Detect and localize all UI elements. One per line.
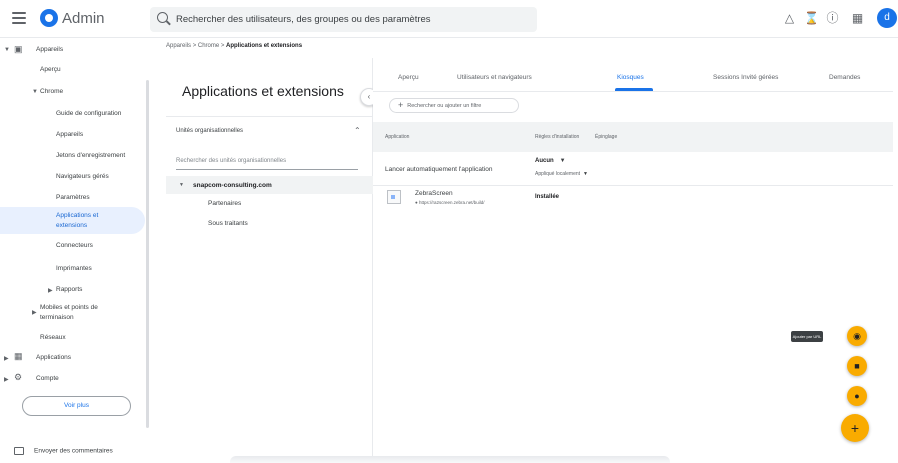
dropdown-arrow-icon: ▼ [559, 158, 566, 164]
launch-rule-scope-label: Appliqué localement [535, 171, 581, 177]
avatar[interactable]: d [877, 8, 897, 28]
add-custom-app-button[interactable]: ● [847, 386, 867, 406]
filter-chip-label: Rechercher ou ajouter un filtre [407, 103, 482, 109]
sidebar-item-apercu[interactable]: Aperçu [40, 66, 61, 73]
sidebar-item-compte[interactable]: Compte [36, 375, 59, 382]
chevron-up-icon[interactable]: ⌃ [354, 126, 361, 135]
sidebar-item-mobiles-line2[interactable]: terminaison [40, 314, 74, 321]
column-header-application[interactable]: Application [385, 134, 409, 140]
org-unit-partenaires[interactable]: Partenaires [208, 200, 241, 207]
help-icon[interactable]: ⓘ [826, 12, 839, 25]
tab-kiosques[interactable]: Kiosques [617, 74, 644, 81]
tab-utilisateurs-navigateurs[interactable]: Utilisateurs et navigateurs [457, 74, 532, 81]
apps-grid-icon[interactable]: ▦ [851, 12, 864, 25]
tab-bar: Aperçu Utilisateurs et navigateurs Kiosq… [373, 58, 893, 92]
breadcrumb-current: Applications et extensions [226, 43, 303, 49]
app-image-icon [387, 190, 401, 204]
org-unit-panel: Applications et extensions Unités organi… [166, 58, 373, 463]
globe-icon: ◉ [853, 331, 861, 341]
sidebar-item-chrome[interactable]: Chrome [40, 88, 63, 95]
feedback-label: Envoyer des commentaires [34, 447, 113, 455]
custom-app-icon: ● [854, 391, 860, 401]
column-header-regles[interactable]: Règles d'installation [535, 134, 579, 140]
sidebar-item-appareils-chrome[interactable]: Appareils [56, 131, 83, 138]
breadcrumb-chrome[interactable]: Chrome [198, 43, 219, 49]
launch-rule-value: Aucun [535, 158, 554, 164]
bell-icon[interactable]: △ [783, 12, 796, 25]
org-units-header: Unités organisationnelles [176, 128, 244, 134]
row-divider [373, 185, 893, 186]
app-url: ● https://ra2screen.zebra.net/build/ [415, 200, 485, 205]
app-url-text: https://ra2screen.zebra.net/build/ [418, 200, 485, 205]
sidebar-item-guide[interactable]: Guide de configuration [56, 110, 121, 117]
sidebar-item-mobiles[interactable]: Mobiles et points de [40, 304, 98, 311]
row-app-launch: Lancer automatiquement l'application [385, 166, 493, 173]
chevron-down-icon[interactable]: ▼ [32, 89, 38, 95]
sidebar: ▼ ▣ Appareils Aperçu ▼ Chrome Guide de c… [0, 38, 150, 463]
sidebar-item-applications-extensions-line2[interactable]: extensions [56, 222, 87, 229]
divider [166, 116, 373, 117]
add-by-url-button[interactable]: ◉ [847, 326, 867, 346]
chevron-right-icon[interactable]: ▶ [48, 287, 53, 294]
admin-logo[interactable] [40, 9, 58, 27]
sidebar-scrollbar[interactable] [146, 80, 149, 428]
apps-grid-icon: ▦ [14, 351, 23, 361]
chevron-down-icon[interactable]: ▼ [4, 47, 10, 53]
chevron-right-icon[interactable]: ▶ [4, 376, 9, 383]
active-tab-indicator [615, 88, 653, 91]
search-bar[interactable]: Rechercher des utilisateurs, des groupes… [150, 7, 537, 32]
sidebar-item-connecteurs[interactable]: Connecteurs [56, 242, 93, 249]
add-from-store-button[interactable]: ■ [847, 356, 867, 376]
sidebar-item-parametres[interactable]: Paramètres [56, 194, 90, 201]
devices-icon: ▣ [14, 44, 23, 54]
org-unit-root[interactable]: snapcom-consulting.com [193, 182, 272, 189]
chevron-right-icon[interactable]: ▶ [32, 309, 37, 316]
add-fab-button[interactable]: + [841, 414, 869, 442]
sidebar-item-jetons[interactable]: Jetons d'enregistrement [56, 152, 125, 159]
store-icon: ■ [854, 361, 860, 371]
plus-icon: + [850, 420, 860, 436]
chevron-right-icon[interactable]: ▶ [4, 355, 9, 362]
feedback-icon [14, 447, 24, 455]
bottom-overlay-shadow [230, 456, 670, 463]
sidebar-item-applications-extensions[interactable]: Applications et [56, 212, 98, 219]
sidebar-item-navigateurs[interactable]: Navigateurs gérés [56, 173, 109, 180]
plus-icon: + [398, 100, 404, 110]
install-rule-value[interactable]: Installée [535, 194, 559, 200]
org-unit-sous-traitants[interactable]: Sous traitants [208, 220, 248, 227]
tab-sessions-invite[interactable]: Sessions Invité gérées [713, 74, 778, 81]
column-header-epinglage[interactable]: Épinglage [595, 134, 617, 140]
table-header [373, 122, 893, 152]
feedback-link[interactable]: Envoyer des commentaires [14, 447, 113, 455]
org-unit-search-input[interactable]: Rechercher des unités organisationnelles [176, 158, 358, 170]
main-menu-icon[interactable] [12, 12, 26, 24]
dropdown-arrow-icon: ▼ [583, 171, 588, 177]
search-input[interactable]: Rechercher des utilisateurs, des groupes… [176, 14, 431, 25]
add-filter-chip[interactable]: + Rechercher ou ajouter un filtre [389, 98, 519, 113]
sidebar-item-imprimantes[interactable]: Imprimantes [56, 265, 92, 272]
sidebar-item-reseaux[interactable]: Réseaux [40, 334, 66, 341]
launch-rule-scope[interactable]: Appliqué localement ▼ [535, 171, 588, 177]
launch-rule-select[interactable]: Aucun ▼ [535, 158, 566, 164]
hourglass-icon[interactable]: ⌛ [804, 12, 819, 25]
app-title[interactable]: Admin [62, 10, 105, 27]
sidebar-item-applications[interactable]: Applications [36, 354, 71, 361]
app-name[interactable]: ZebraScreen [415, 190, 453, 197]
main-content: Aperçu Utilisateurs et navigateurs Kiosq… [373, 58, 893, 463]
breadcrumb: Appareils > Chrome > Applications et ext… [166, 43, 302, 49]
chevron-down-icon[interactable]: ▼ [179, 182, 184, 188]
search-icon [157, 12, 168, 23]
breadcrumb-appareils[interactable]: Appareils [166, 43, 191, 49]
sidebar-item-appareils[interactable]: Appareils [36, 46, 63, 53]
page-title: Applications et extensions [182, 83, 344, 99]
top-bar: Admin Rechercher des utilisateurs, des g… [0, 0, 898, 38]
account-gear-icon: ⚙ [14, 372, 23, 382]
voir-plus-button[interactable]: Voir plus [22, 396, 131, 416]
tab-apercu[interactable]: Aperçu [398, 74, 419, 81]
fab-tooltip: Ajouter par URL [791, 331, 823, 342]
tab-demandes[interactable]: Demandes [829, 74, 860, 81]
sidebar-item-rapports[interactable]: Rapports [56, 286, 82, 293]
